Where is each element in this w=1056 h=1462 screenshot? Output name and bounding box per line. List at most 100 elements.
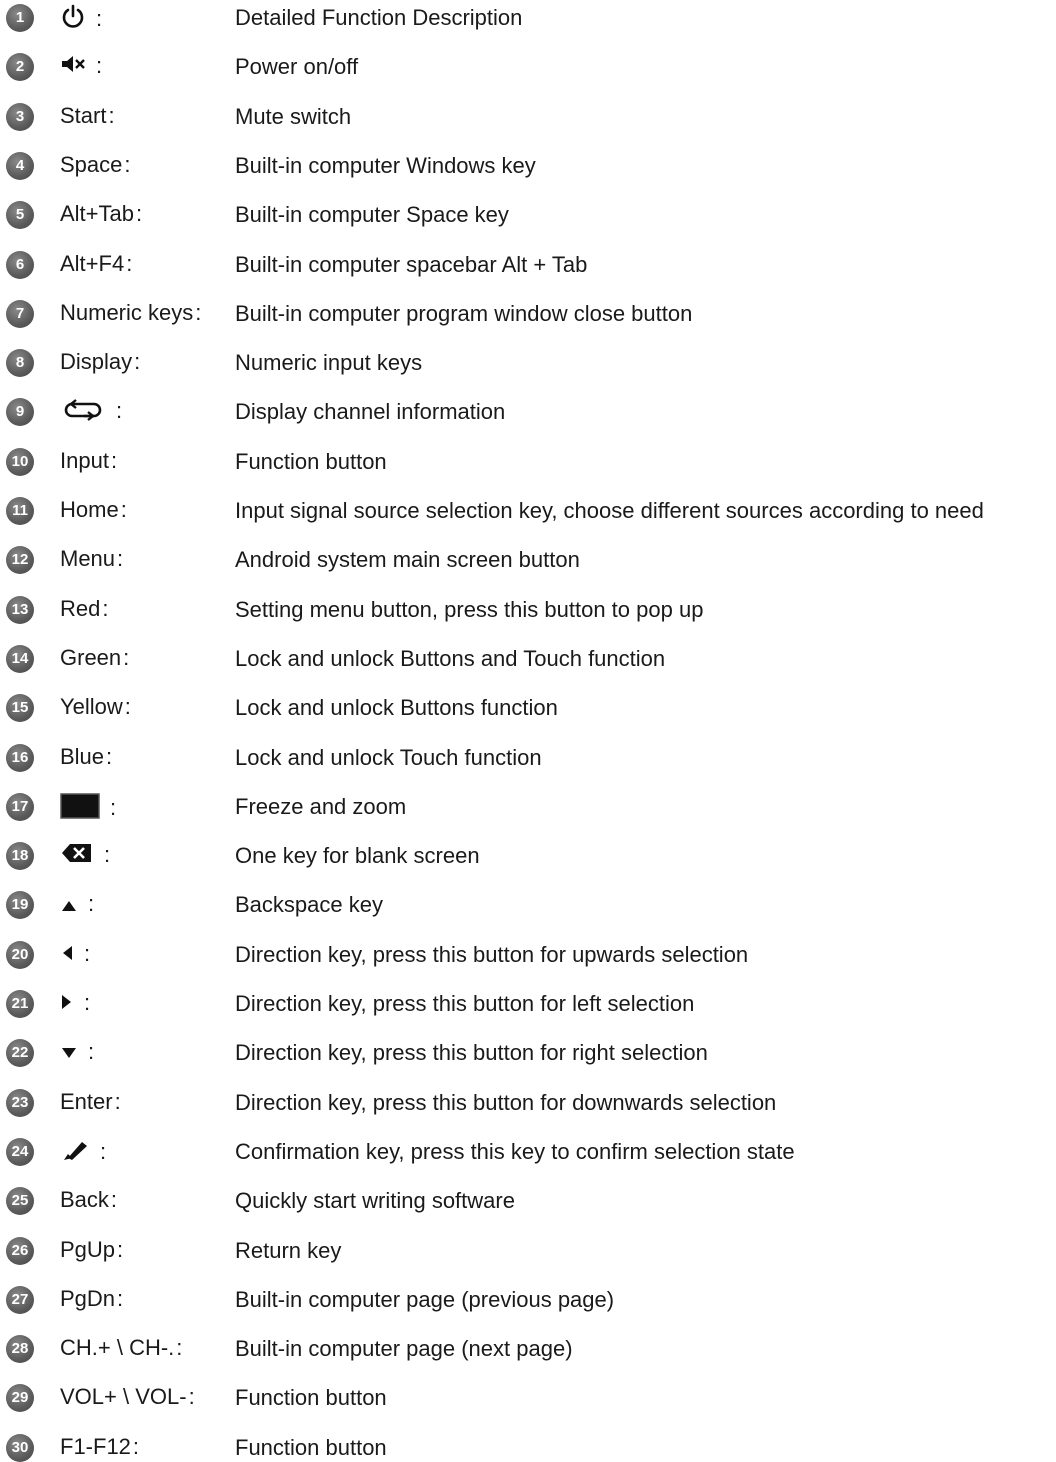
function-description: Return key xyxy=(235,1237,342,1263)
key-name: Display xyxy=(60,349,133,375)
key-separator: : xyxy=(102,595,109,621)
row-number-badge: 23 xyxy=(6,1088,34,1117)
key-label: Yellow: xyxy=(60,694,131,720)
row-number-badge: 5 xyxy=(6,201,34,230)
key-separator: : xyxy=(96,53,103,79)
key-separator: : xyxy=(116,398,123,424)
key-separator: : xyxy=(117,1236,124,1262)
row-number-badge: 2 xyxy=(6,53,34,82)
key-label: Start: xyxy=(60,103,115,129)
key-separator: : xyxy=(84,990,91,1015)
row-number-badge: 27 xyxy=(6,1285,34,1314)
key-name: PgUp xyxy=(60,1236,116,1262)
key-name: Start xyxy=(60,102,107,128)
row-number-badge: 11 xyxy=(6,497,34,525)
function-description: Function button xyxy=(235,448,387,474)
row-number-badge: 1 xyxy=(6,4,34,32)
key-label: : xyxy=(60,4,102,36)
row-number-badge: 16 xyxy=(6,743,34,772)
key-label: CH.+ \ CH-.: xyxy=(60,1335,182,1361)
function-description: Android system main screen button xyxy=(235,547,580,573)
key-label: : xyxy=(60,990,90,1017)
function-description: Direction key, press this button for upw… xyxy=(235,941,749,967)
power-icon xyxy=(60,4,86,36)
key-separator: : xyxy=(110,1187,118,1213)
backspace-icon xyxy=(60,842,94,870)
key-separator: : xyxy=(110,447,118,473)
function-description: Direction key, press this button for rig… xyxy=(235,1040,708,1066)
row-number-badge: 26 xyxy=(6,1236,34,1265)
key-separator: : xyxy=(124,694,131,720)
row-number-badge: 4 xyxy=(6,151,34,180)
function-description: Backspace key xyxy=(235,892,383,918)
function-description: Numeric input keys xyxy=(235,350,423,376)
key-separator: : xyxy=(104,842,111,868)
key-separator: : xyxy=(108,102,115,128)
row-number-badge: 25 xyxy=(6,1187,34,1216)
key-name: Back xyxy=(60,1187,109,1213)
function-description: Function button xyxy=(235,1385,387,1411)
function-description: Input signal source selection key, choos… xyxy=(235,498,984,523)
key-name: Space xyxy=(60,151,123,177)
blank-screen-icon xyxy=(60,793,100,825)
row-number-badge: 6 xyxy=(6,250,34,279)
key-separator: : xyxy=(188,1384,195,1410)
key-label: F1-F12: xyxy=(60,1434,139,1460)
key-label: Green: xyxy=(60,645,129,671)
key-separator: : xyxy=(114,1088,121,1114)
function-description: Built-in computer page (previous page) xyxy=(235,1286,615,1312)
swap-loop-icon xyxy=(60,398,106,427)
key-separator: : xyxy=(176,1335,183,1361)
key-separator: : xyxy=(106,743,113,769)
key-label: : xyxy=(60,842,110,870)
key-label: : xyxy=(60,1039,94,1066)
key-label: Enter: xyxy=(60,1089,121,1115)
row-number-badge: 12 xyxy=(6,546,34,575)
key-name: Home xyxy=(60,497,119,522)
key-name: Enter xyxy=(60,1088,113,1114)
key-label: Display: xyxy=(60,349,140,375)
row-number-badge: 8 xyxy=(6,349,34,378)
key-label: PgUp: xyxy=(60,1237,123,1263)
key-separator: : xyxy=(195,299,202,325)
function-description: Built-in computer Space key xyxy=(235,202,509,228)
function-description: Function button xyxy=(235,1434,387,1460)
arrow-up-icon xyxy=(60,893,78,919)
key-separator: : xyxy=(124,151,131,177)
key-separator: : xyxy=(132,1433,140,1459)
function-description: Direction key, press this button for dow… xyxy=(235,1089,777,1115)
arrow-right-icon xyxy=(60,991,74,1017)
key-name: CH.+ \ CH-. xyxy=(60,1335,175,1361)
key-label: : xyxy=(60,53,102,81)
mute-icon xyxy=(60,53,86,81)
row-number-badge: 20 xyxy=(6,940,34,969)
arrow-left-icon xyxy=(60,942,74,968)
key-name: VOL+ \ VOL- xyxy=(60,1384,187,1410)
row-number-badge: 30 xyxy=(6,1433,34,1462)
key-label: VOL+ \ VOL-: xyxy=(60,1384,195,1410)
key-separator: : xyxy=(136,201,143,227)
row-number-badge: 15 xyxy=(6,694,34,723)
key-separator: : xyxy=(134,349,141,375)
key-label: Back: xyxy=(60,1187,117,1213)
function-description: Quickly start writing software xyxy=(235,1188,515,1214)
pen-icon xyxy=(60,1138,90,1168)
row-number-badge: 3 xyxy=(6,102,34,131)
key-label: Numeric keys: xyxy=(60,300,201,326)
key-label: Menu: xyxy=(60,546,123,572)
key-name: Red xyxy=(60,595,101,621)
row-number-badge: 10 xyxy=(6,447,34,476)
function-description: Confirmation key, press this key to conf… xyxy=(235,1138,795,1164)
key-name: Yellow xyxy=(60,694,123,720)
key-name: Alt+F4 xyxy=(60,250,125,276)
row-number-badge: 7 xyxy=(6,299,34,328)
key-label: Red: xyxy=(60,596,108,622)
key-name: Blue xyxy=(60,743,105,769)
key-separator: : xyxy=(110,794,117,820)
function-description: Display channel information xyxy=(235,399,506,425)
key-label: : xyxy=(60,941,90,968)
row-number-badge: 9 xyxy=(6,398,34,427)
function-description: Lock and unlock Buttons and Touch functi… xyxy=(235,645,666,671)
row-number-badge: 21 xyxy=(6,990,34,1018)
key-name: Alt+Tab xyxy=(60,201,134,227)
